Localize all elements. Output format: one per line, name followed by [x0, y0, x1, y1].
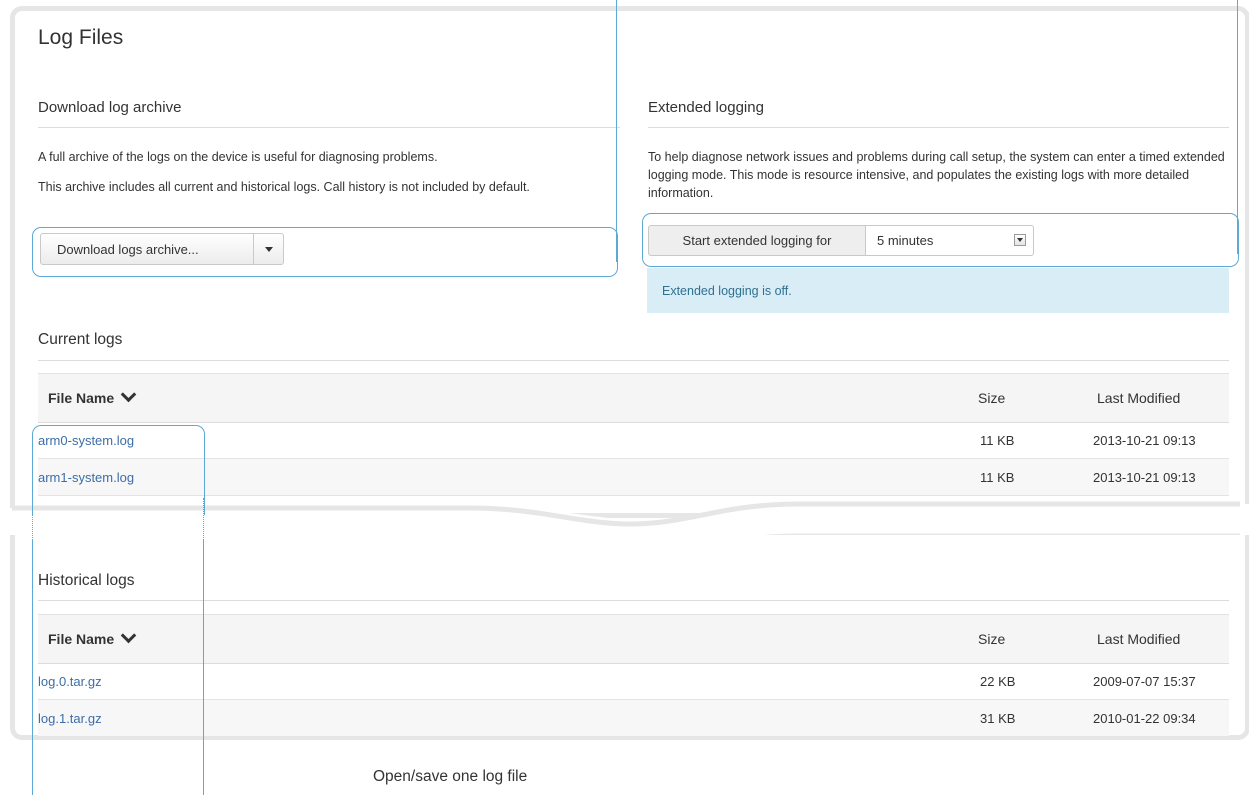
- download-divider: [38, 127, 620, 128]
- sort-chevron-icon: [120, 627, 137, 643]
- historical-col-size: Size: [978, 631, 1006, 647]
- page-title: Log Files: [38, 26, 124, 49]
- callout-log-file-break-right: [203, 498, 204, 540]
- log-file-modified: 2009-07-07 15:37: [1093, 673, 1196, 689]
- extended-status-alert: Extended logging is off.: [647, 268, 1229, 313]
- callout-leader-download: [616, 0, 617, 262]
- extended-divider: [648, 127, 1229, 128]
- callout-log-file-right: [203, 540, 204, 795]
- callout-log-file: [32, 425, 205, 515]
- log-file-link[interactable]: log.1.tar.gz: [38, 700, 102, 736]
- callout-log-file-break-left: [32, 498, 33, 540]
- log-file-modified: 2013-10-21 09:13: [1093, 432, 1196, 448]
- log-file-modified: 2010-01-22 09:34: [1093, 710, 1196, 726]
- log-file-size: 31 KB: [980, 710, 1016, 726]
- historical-logs-title: Historical logs: [38, 572, 135, 589]
- table-row[interactable]: log.1.tar.gz 31 KB 2010-01-22 09:34: [38, 700, 1229, 736]
- download-desc-1: A full archive of the logs on the device…: [38, 150, 438, 164]
- historical-logs-header: File Name Size Last Modified: [38, 614, 1229, 664]
- current-logs-divider: [38, 360, 1229, 361]
- download-section-title: Download log archive: [38, 99, 182, 116]
- callout-leader-extended: [1237, 0, 1238, 254]
- callout-download-archive: [32, 227, 618, 277]
- historical-col-modified: Last Modified: [1097, 631, 1181, 647]
- log-file-link[interactable]: log.0.tar.gz: [38, 663, 102, 699]
- current-col-filename[interactable]: File Name: [48, 374, 137, 422]
- extended-section-title: Extended logging: [648, 99, 764, 116]
- current-logs-title: Current logs: [38, 331, 123, 348]
- current-col-modified: Last Modified: [1097, 390, 1181, 406]
- callout-extended-logging: [642, 213, 1239, 267]
- table-row[interactable]: log.0.tar.gz 22 KB 2009-07-07 15:37: [38, 663, 1229, 700]
- annotation-caption: Open/save one log file: [373, 768, 528, 785]
- extended-status-text: Extended logging is off.: [662, 283, 792, 298]
- callout-log-file-left: [32, 540, 33, 795]
- historical-logs-divider: [38, 600, 1229, 601]
- current-logs-header: File Name Size Last Modified: [38, 373, 1229, 423]
- log-file-size: 11 KB: [980, 432, 1015, 448]
- table-row[interactable]: arm0-system.log 11 KB 2013-10-21 09:13: [38, 422, 1229, 459]
- historical-col-filename[interactable]: File Name: [48, 615, 137, 663]
- current-col-size: Size: [978, 390, 1006, 406]
- sort-chevron-icon: [120, 386, 137, 402]
- extended-desc: To help diagnose network issues and prob…: [648, 150, 1225, 200]
- log-file-size: 22 KB: [980, 673, 1016, 689]
- download-desc-2: This archive includes all current and hi…: [38, 180, 530, 194]
